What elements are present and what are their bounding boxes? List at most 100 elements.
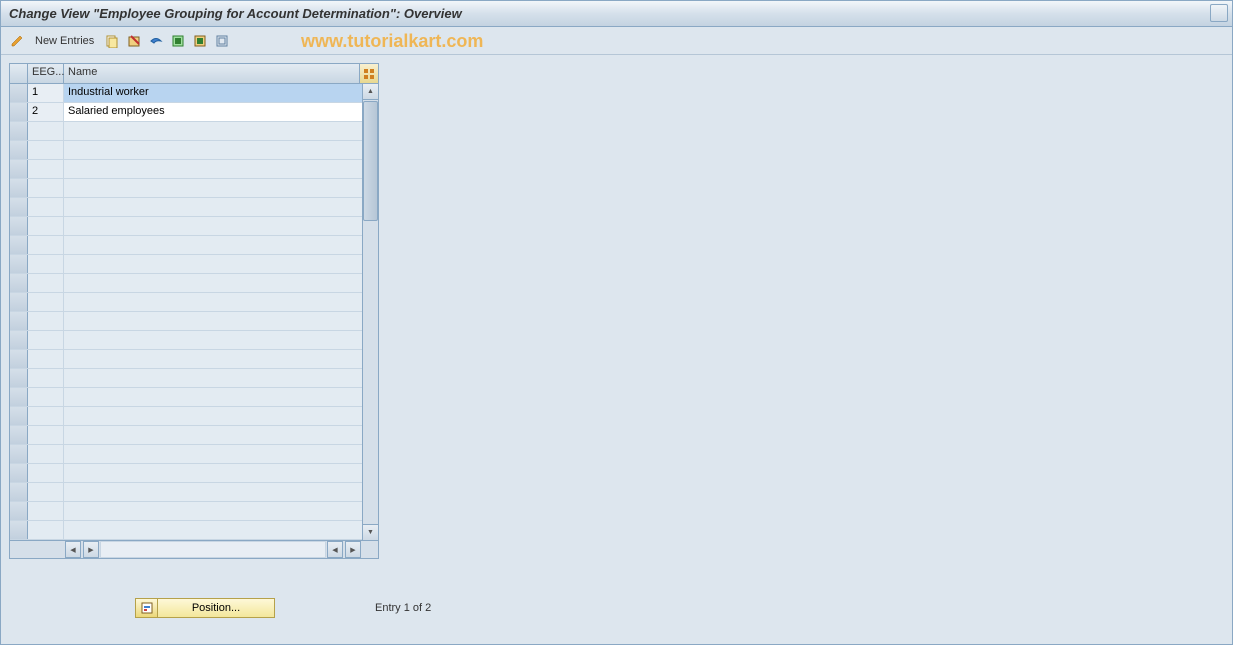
- table-row-empty[interactable]: [10, 388, 362, 407]
- table-row[interactable]: 1Industrial worker: [10, 84, 362, 103]
- cell-eeg-empty[interactable]: [28, 236, 64, 254]
- table-row-empty[interactable]: [10, 464, 362, 483]
- cell-name[interactable]: Industrial worker: [64, 84, 362, 102]
- row-selector[interactable]: [10, 331, 28, 349]
- cell-eeg-empty[interactable]: [28, 217, 64, 235]
- cell-name-empty[interactable]: [64, 464, 362, 482]
- cell-name-empty[interactable]: [64, 274, 362, 292]
- row-selector[interactable]: [10, 179, 28, 197]
- row-selector[interactable]: [10, 388, 28, 406]
- select-block-icon[interactable]: [192, 33, 208, 49]
- table-row-empty[interactable]: [10, 217, 362, 236]
- table-row[interactable]: 2Salaried employees: [10, 103, 362, 122]
- cell-name-empty[interactable]: [64, 388, 362, 406]
- cell-eeg-empty[interactable]: [28, 160, 64, 178]
- table-row-empty[interactable]: [10, 255, 362, 274]
- scroll-right-step-button[interactable]: [327, 541, 343, 558]
- cell-name-empty[interactable]: [64, 426, 362, 444]
- cell-eeg-empty[interactable]: [28, 293, 64, 311]
- cell-name-empty[interactable]: [64, 141, 362, 159]
- table-row-empty[interactable]: [10, 198, 362, 217]
- row-selector[interactable]: [10, 445, 28, 463]
- cell-name-empty[interactable]: [64, 293, 362, 311]
- row-selector[interactable]: [10, 217, 28, 235]
- cell-eeg-empty[interactable]: [28, 426, 64, 444]
- cell-eeg-empty[interactable]: [28, 274, 64, 292]
- cell-name-empty[interactable]: [64, 407, 362, 425]
- cell-eeg-empty[interactable]: [28, 179, 64, 197]
- row-selector[interactable]: [10, 160, 28, 178]
- table-row-empty[interactable]: [10, 521, 362, 540]
- row-selector[interactable]: [10, 350, 28, 368]
- cell-name-empty[interactable]: [64, 350, 362, 368]
- scroll-left-step-button[interactable]: [83, 541, 99, 558]
- row-selector[interactable]: [10, 502, 28, 520]
- copy-icon[interactable]: [104, 33, 120, 49]
- hscroll-track[interactable]: [100, 541, 326, 558]
- new-entries-button[interactable]: New Entries: [31, 35, 98, 47]
- scroll-right-button[interactable]: [345, 541, 361, 558]
- column-header-eeg[interactable]: EEG...: [28, 64, 64, 83]
- cell-eeg-empty[interactable]: [28, 312, 64, 330]
- table-row-empty[interactable]: [10, 445, 362, 464]
- cell-eeg-empty[interactable]: [28, 255, 64, 273]
- cell-name-empty[interactable]: [64, 236, 362, 254]
- table-row-empty[interactable]: [10, 426, 362, 445]
- select-all-icon[interactable]: [170, 33, 186, 49]
- table-row-empty[interactable]: [10, 122, 362, 141]
- cell-name-empty[interactable]: [64, 502, 362, 520]
- table-row-empty[interactable]: [10, 236, 362, 255]
- vertical-scrollbar[interactable]: [362, 84, 378, 540]
- row-selector[interactable]: [10, 236, 28, 254]
- cell-name-empty[interactable]: [64, 445, 362, 463]
- cell-name-empty[interactable]: [64, 255, 362, 273]
- table-row-empty[interactable]: [10, 141, 362, 160]
- cell-eeg-empty[interactable]: [28, 141, 64, 159]
- deselect-all-icon[interactable]: [214, 33, 230, 49]
- table-row-empty[interactable]: [10, 502, 362, 521]
- row-selector[interactable]: [10, 407, 28, 425]
- table-row-empty[interactable]: [10, 483, 362, 502]
- cell-eeg-empty[interactable]: [28, 464, 64, 482]
- table-row-empty[interactable]: [10, 160, 362, 179]
- scroll-up-button[interactable]: [363, 84, 378, 100]
- cell-eeg-empty[interactable]: [28, 331, 64, 349]
- cell-eeg-empty[interactable]: [28, 122, 64, 140]
- cell-name-empty[interactable]: [64, 160, 362, 178]
- table-row-empty[interactable]: [10, 331, 362, 350]
- cell-eeg-empty[interactable]: [28, 445, 64, 463]
- row-selector[interactable]: [10, 521, 28, 539]
- cell-eeg[interactable]: 2: [28, 103, 64, 121]
- table-row-empty[interactable]: [10, 312, 362, 331]
- cell-name-empty[interactable]: [64, 521, 362, 539]
- cell-name-empty[interactable]: [64, 198, 362, 216]
- table-row-empty[interactable]: [10, 179, 362, 198]
- table-row-empty[interactable]: [10, 350, 362, 369]
- row-selector[interactable]: [10, 312, 28, 330]
- cell-eeg-empty[interactable]: [28, 369, 64, 387]
- cell-eeg-empty[interactable]: [28, 198, 64, 216]
- table-row-empty[interactable]: [10, 274, 362, 293]
- row-selector[interactable]: [10, 274, 28, 292]
- row-selector[interactable]: [10, 483, 28, 501]
- scroll-down-button[interactable]: [363, 524, 378, 540]
- cell-name-empty[interactable]: [64, 331, 362, 349]
- cell-eeg-empty[interactable]: [28, 483, 64, 501]
- row-selector[interactable]: [10, 198, 28, 216]
- cell-eeg[interactable]: 1: [28, 84, 64, 102]
- cell-name-empty[interactable]: [64, 312, 362, 330]
- edit-icon[interactable]: [9, 33, 25, 49]
- delete-icon[interactable]: [126, 33, 142, 49]
- column-header-name[interactable]: Name: [64, 64, 360, 83]
- scroll-thumb[interactable]: [363, 101, 378, 221]
- row-selector[interactable]: [10, 255, 28, 273]
- row-selector[interactable]: [10, 122, 28, 140]
- cell-eeg-empty[interactable]: [28, 388, 64, 406]
- row-selector[interactable]: [10, 369, 28, 387]
- cell-name-empty[interactable]: [64, 122, 362, 140]
- row-selector[interactable]: [10, 464, 28, 482]
- table-row-empty[interactable]: [10, 369, 362, 388]
- undo-icon[interactable]: [148, 33, 164, 49]
- table-row-empty[interactable]: [10, 407, 362, 426]
- row-selector[interactable]: [10, 84, 28, 102]
